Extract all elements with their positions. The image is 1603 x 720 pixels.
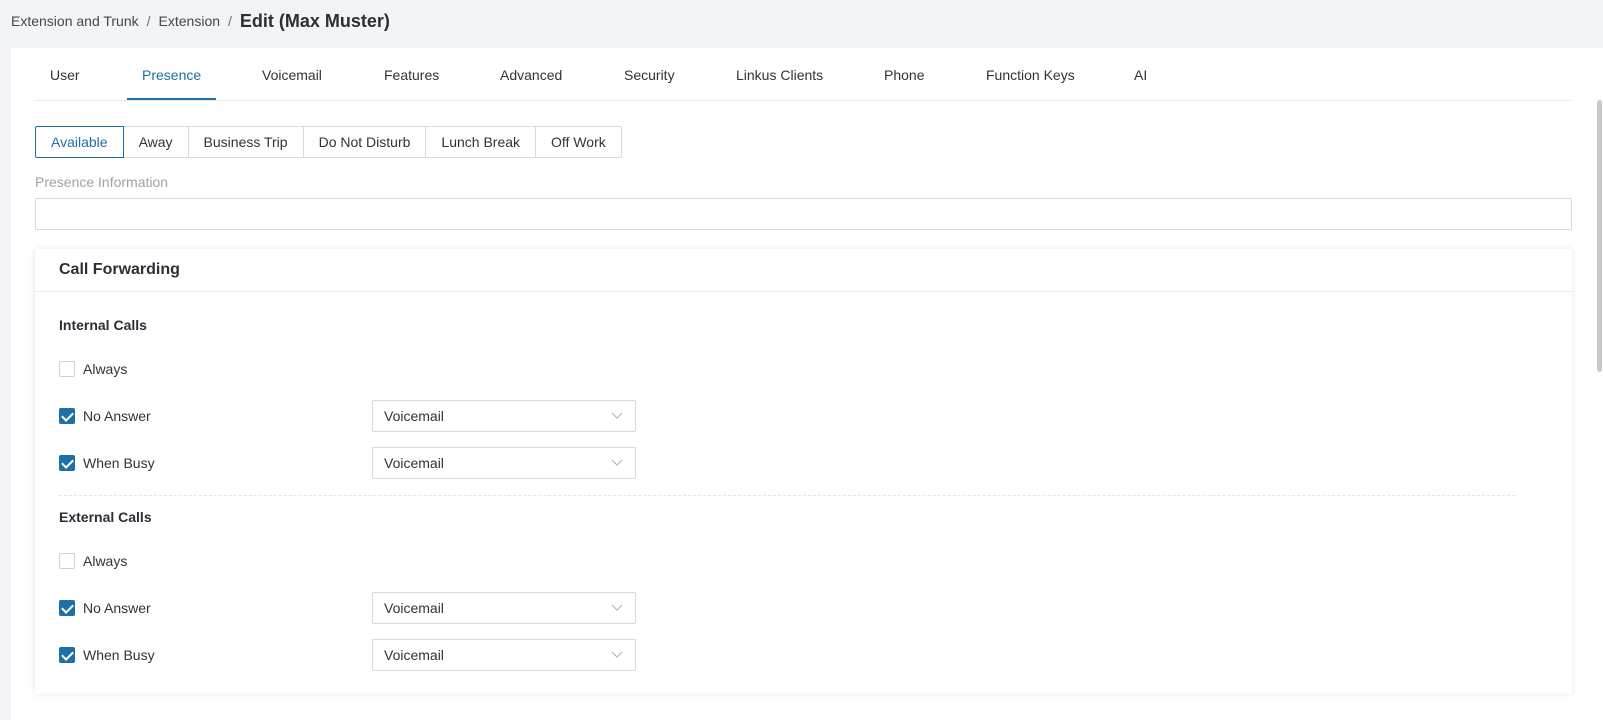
external-always-checkbox[interactable] — [59, 553, 75, 569]
call-forwarding-card: Call Forwarding Internal Calls Always No… — [35, 249, 1572, 694]
breadcrumb-extension-and-trunk[interactable]: Extension and Trunk — [11, 13, 139, 29]
chevron-down-icon — [611, 412, 623, 419]
internal-no-answer-checkbox[interactable] — [59, 408, 75, 424]
internal-always-checkbox[interactable] — [59, 361, 75, 377]
external-always-label: Always — [83, 553, 128, 569]
tab-bar: User Presence Voicemail Features Advance… — [35, 48, 1571, 101]
internal-calls-title: Internal Calls — [59, 317, 147, 333]
tab-phone[interactable]: Phone — [884, 48, 924, 101]
tab-presence[interactable]: Presence — [142, 48, 201, 101]
chevron-down-icon — [611, 604, 623, 611]
internal-when-busy-row: When Busy Voicemail — [59, 447, 659, 479]
select-value: Voicemail — [384, 600, 444, 616]
tab-linkus-clients[interactable]: Linkus Clients — [736, 48, 823, 101]
page-title: Edit (Max Muster) — [239, 10, 390, 31]
chevron-down-icon — [611, 651, 623, 658]
external-no-answer-destination-select[interactable]: Voicemail — [372, 592, 636, 624]
select-value: Voicemail — [384, 408, 444, 424]
chevron-down-icon — [611, 459, 623, 466]
tab-voicemail[interactable]: Voicemail — [262, 48, 322, 101]
presence-business-trip-button[interactable]: Business Trip — [187, 126, 304, 158]
internal-always-label: Always — [83, 361, 128, 377]
external-calls-title: External Calls — [59, 509, 152, 525]
select-value: Voicemail — [384, 455, 444, 471]
internal-when-busy-label: When Busy — [83, 455, 155, 471]
vertical-scrollbar[interactable] — [1597, 100, 1602, 372]
presence-information-label: Presence Information — [35, 174, 169, 190]
call-forwarding-title: Call Forwarding — [59, 261, 180, 278]
external-no-answer-label: No Answer — [83, 600, 151, 616]
breadcrumb-separator: / — [146, 13, 151, 29]
external-no-answer-row: No Answer Voicemail — [59, 592, 659, 624]
internal-no-answer-label: No Answer — [83, 408, 151, 424]
external-always-row: Always — [59, 545, 659, 577]
external-no-answer-checkbox[interactable] — [59, 600, 75, 616]
internal-when-busy-destination-select[interactable]: Voicemail — [372, 447, 636, 479]
tab-advanced[interactable]: Advanced — [500, 48, 562, 101]
tab-ai[interactable]: AI — [1134, 48, 1147, 101]
external-when-busy-destination-select[interactable]: Voicemail — [372, 639, 636, 671]
presence-do-not-disturb-button[interactable]: Do Not Disturb — [302, 126, 427, 158]
select-value: Voicemail — [384, 647, 444, 663]
external-when-busy-row: When Busy Voicemail — [59, 639, 659, 671]
breadcrumb: Extension and Trunk / Extension / Edit (… — [11, 10, 390, 32]
tab-function-keys[interactable]: Function Keys — [986, 48, 1075, 101]
presence-lunch-break-button[interactable]: Lunch Break — [425, 126, 537, 158]
breadcrumb-extension[interactable]: Extension — [159, 13, 220, 29]
external-when-busy-label: When Busy — [83, 647, 155, 663]
tab-features[interactable]: Features — [384, 48, 439, 101]
active-tab-indicator — [127, 98, 216, 100]
breadcrumb-separator: / — [228, 13, 232, 29]
internal-when-busy-checkbox[interactable] — [59, 455, 75, 471]
presence-available-button[interactable]: Available — [35, 126, 124, 158]
section-divider — [59, 495, 1515, 496]
presence-information-input[interactable] — [35, 198, 1572, 230]
presence-off-work-button[interactable]: Off Work — [535, 126, 622, 158]
internal-no-answer-row: No Answer Voicemail — [59, 400, 659, 432]
presence-away-button[interactable]: Away — [122, 126, 189, 158]
internal-always-row: Always — [59, 353, 659, 385]
tab-user[interactable]: User — [50, 48, 80, 101]
external-when-busy-checkbox[interactable] — [59, 647, 75, 663]
presence-status-group: Available Away Business Trip Do Not Dist… — [35, 126, 622, 158]
tab-security[interactable]: Security — [624, 48, 675, 101]
divider — [35, 291, 1572, 292]
edit-extension-panel: User Presence Voicemail Features Advance… — [11, 48, 1603, 720]
internal-no-answer-destination-select[interactable]: Voicemail — [372, 400, 636, 432]
